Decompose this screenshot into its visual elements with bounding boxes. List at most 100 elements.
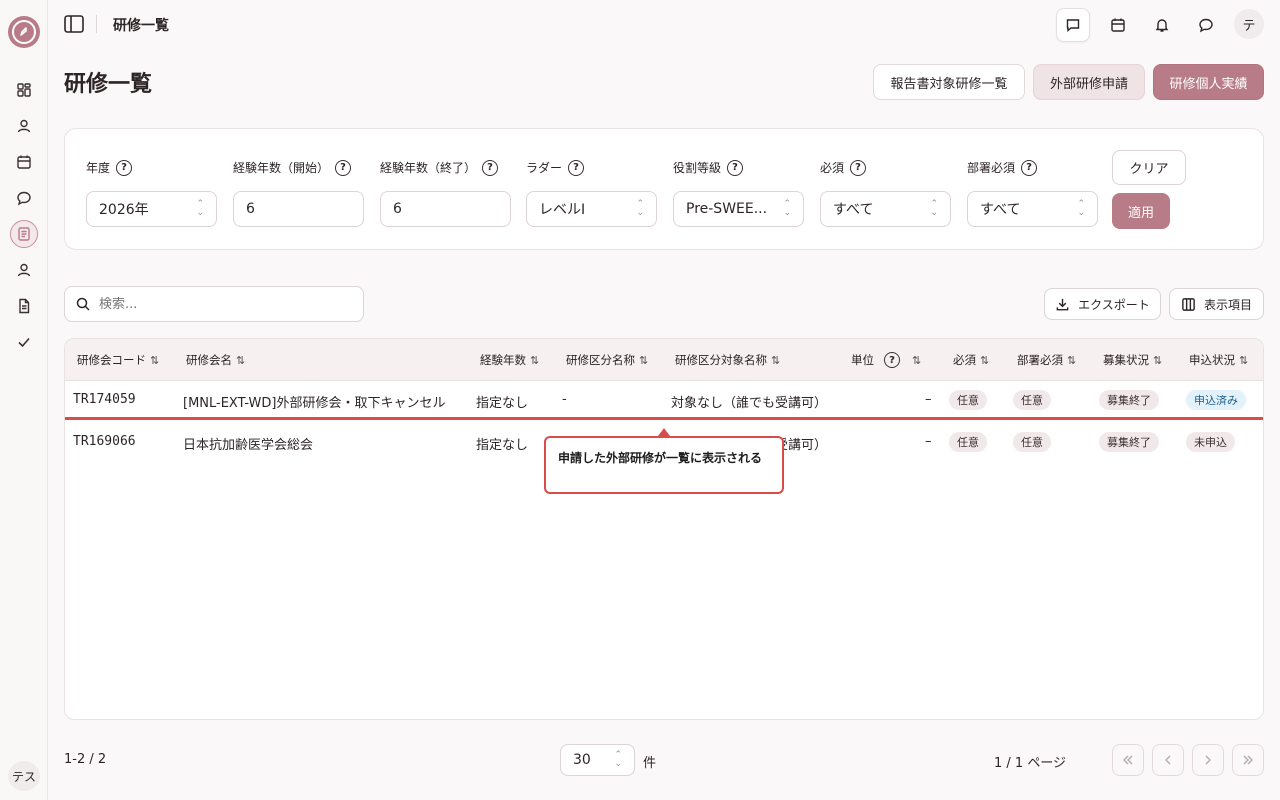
dept-required-badge: 任意 [1013,390,1051,410]
chevron-updown-icon: ⌃ ⌄ [783,199,791,218]
help-icon[interactable]: ? [116,159,133,176]
prev-page-icon[interactable] [1152,744,1184,776]
th-experience[interactable]: 経験年数 ⇅ [480,352,539,368]
th-required[interactable]: 必須 ⇅ [953,352,989,368]
page-title: 研修一覧 [64,72,153,97]
sort-icon: ⇅ [1067,353,1077,367]
filter-panel: 年度? 2026年 ⌃ ⌄ 経験年数（開始）? 6 経験年数（終了）? 6 ラダー?… [64,128,1264,250]
th-name[interactable]: 研修会名 ⇅ [186,352,245,368]
app-logo[interactable] [8,16,40,48]
calendar-icon[interactable] [10,148,38,176]
export-label: エクスポート [1078,297,1150,312]
help-icon[interactable]: ? [335,159,352,176]
exp-start-label-text: 経験年数（開始） [233,161,330,175]
callout-annotation: 申請した外部研修が一覧に表示される [544,436,784,494]
year-select[interactable]: 2026年 ⌃ ⌄ [86,191,217,227]
th-category-label: 研修区分名称 [566,353,635,367]
external-apply-button[interactable]: 外部研修申請 [1033,64,1145,100]
ladder-select[interactable]: レベルI ⌃ ⌄ [526,191,657,227]
th-category[interactable]: 研修区分名称 ⇅ [566,352,648,368]
bell-icon[interactable] [1145,8,1179,42]
th-code[interactable]: 研修会コード ⇅ [77,352,159,368]
th-unit[interactable]: 単位? ⇅ [851,352,921,368]
sort-icon: ⇅ [1153,353,1163,367]
apply-status-badge: 申込済み [1186,390,1246,410]
first-page-icon[interactable] [1112,744,1144,776]
th-category-target-label: 研修区分対象名称 [675,353,767,367]
required-label: 必須? [820,159,867,176]
th-apply-status-label: 申込状況 [1189,353,1235,367]
last-page-icon[interactable] [1232,744,1264,776]
callout-arrow [658,428,670,436]
apply-button[interactable]: 適用 [1112,193,1170,229]
export-button[interactable]: エクスポート [1044,288,1161,320]
calendar-top-icon[interactable] [1101,8,1135,42]
training-list-icon[interactable] [10,220,38,248]
help-icon[interactable]: ? [482,159,499,176]
th-apply-status[interactable]: 申込状況 ⇅ [1189,352,1248,368]
message-icon[interactable] [1056,8,1090,42]
page-size-select[interactable]: 30 ⌃ ⌄ [560,744,635,776]
chat-icon[interactable] [10,184,38,212]
chevron-updown-icon: ⌃ ⌄ [636,199,644,218]
apply-status-badge: 未申込 [1186,432,1235,452]
exp-end-label-text: 経験年数（終了） [380,161,477,175]
exp-start-label: 経験年数（開始）? [233,159,352,176]
cell-code: TR174059 [73,392,136,407]
report-list-button[interactable]: 報告書対象研修一覧 [873,64,1025,100]
columns-button[interactable]: 表示項目 [1169,288,1264,320]
check-icon[interactable] [10,328,38,356]
user-icon[interactable] [10,112,38,140]
th-category-target[interactable]: 研修区分対象名称 ⇅ [675,352,780,368]
th-recruit-label: 募集状況 [1103,353,1149,367]
cell-experience: 指定なし [476,438,529,453]
help-icon[interactable]: ? [727,159,744,176]
th-required-label: 必須 [953,353,976,367]
role-grade-label-text: 役割等級 [673,161,722,175]
cell-name[interactable]: [MNL-EXT-WD]外部研修会・取下キャンセル [183,392,445,411]
exp-start-input[interactable]: 6 [233,191,364,227]
topbar-divider [96,15,97,33]
th-dept-required[interactable]: 部署必須 ⇅ [1017,352,1076,368]
dept-required-select[interactable]: すべて ⌃ ⌄ [967,191,1098,227]
role-grade-select[interactable]: Pre-SWEE... ⌃ ⌄ [673,191,804,227]
personal-record-button[interactable]: 研修個人実績 [1153,64,1264,100]
next-page-icon[interactable] [1192,744,1224,776]
help-icon[interactable]: ? [1021,159,1038,176]
help-icon[interactable]: ? [850,159,867,176]
clear-button[interactable]: クリア [1112,150,1186,185]
dept-required-label-text: 部署必須 [967,161,1016,175]
required-badge: 任意 [949,432,987,452]
th-recruit[interactable]: 募集状況 ⇅ [1103,352,1162,368]
search-box[interactable] [64,286,364,322]
required-select[interactable]: すべて ⌃ ⌄ [820,191,951,227]
document-icon[interactable] [10,292,38,320]
help-icon[interactable]: ? [568,159,585,176]
th-unit-label: 単位 [851,353,874,367]
chat-top-icon[interactable] [1189,8,1223,42]
user-avatar[interactable]: テス [8,761,40,791]
top-avatar[interactable]: テ [1234,9,1264,39]
search-input[interactable] [99,296,339,312]
chevron-updown-icon: ⌃ ⌄ [930,199,938,218]
page-size-value: 30 [573,752,591,768]
chevron-updown-icon: ⌃ ⌄ [614,750,622,769]
cell-name[interactable]: 日本抗加齢医学会総会 [183,434,313,453]
page-size-unit: 件 [643,756,657,771]
chevron-updown-icon: ⌃ ⌄ [196,199,204,218]
person-icon[interactable] [10,256,38,284]
sidebar-toggle-icon[interactable] [62,12,86,36]
sort-icon: ⇅ [771,353,781,367]
required-label-text: 必須 [820,161,845,175]
dashboard-icon[interactable] [10,76,38,104]
help-icon[interactable]: ? [884,352,900,368]
year-value: 2026年 [99,202,149,218]
table-row[interactable]: TR174059 [MNL-EXT-WD]外部研修会・取下キャンセル 指定なし … [65,381,1263,420]
sort-icon: ⇅ [639,353,649,367]
training-table: 研修会コード ⇅ 研修会名 ⇅ 経験年数 ⇅ 研修区分名称 ⇅ 研修区分対象名称 ⇅ 単位… [64,338,1264,720]
ladder-label: ラダー? [526,159,585,176]
dept-required-badge: 任意 [1013,432,1051,452]
exp-end-value: 6 [393,201,402,217]
exp-end-input[interactable]: 6 [380,191,511,227]
year-label: 年度? [86,159,133,176]
